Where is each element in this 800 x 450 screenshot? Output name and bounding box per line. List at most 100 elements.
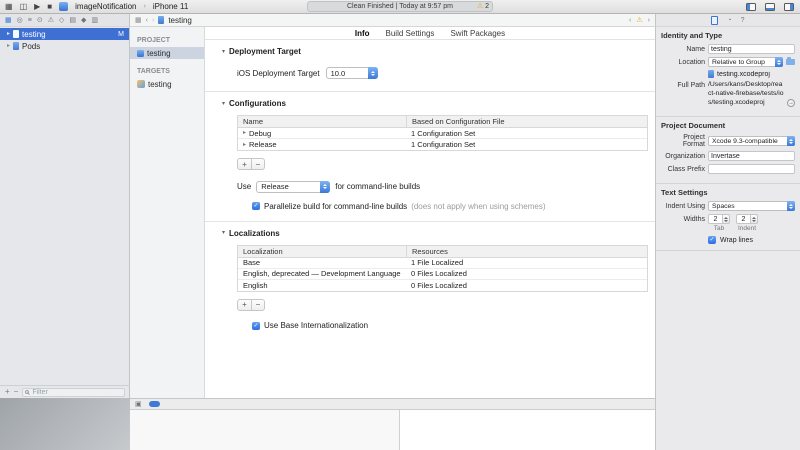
column-localization[interactable]: Localization xyxy=(238,246,406,257)
class-prefix-field[interactable] xyxy=(708,164,795,174)
target-item-testing[interactable]: testing xyxy=(130,78,204,90)
project-document-section: Project Document Project Format Xcode 9.… xyxy=(656,117,800,184)
toggle-debug-area-icon[interactable] xyxy=(765,3,775,11)
console-view[interactable] xyxy=(400,410,655,450)
project-format-label: Project Format xyxy=(661,134,705,148)
previous-issue-icon[interactable]: ‹ xyxy=(629,17,631,24)
add-button[interactable]: + xyxy=(5,388,10,396)
remove-configuration-button[interactable]: − xyxy=(251,159,264,169)
add-localization-button[interactable]: + xyxy=(238,300,251,310)
run-button[interactable]: ▶ xyxy=(34,3,40,11)
text-settings-section: Text Settings Indent Using Spaces Widths… xyxy=(656,184,800,251)
toolbar-right xyxy=(746,0,794,14)
disclosure-icon[interactable]: ▸ xyxy=(243,130,246,136)
issue-navigator-icon[interactable]: ⚠ xyxy=(48,17,54,24)
tab-overview-icon[interactable]: ◫ xyxy=(20,3,28,11)
table-row[interactable]: ▸ Release 1 Configuration Set xyxy=(238,139,647,150)
toggle-navigator-icon[interactable] xyxy=(746,3,756,11)
breakpoint-navigator-icon[interactable]: ◆ xyxy=(81,17,86,24)
reveal-in-finder-icon[interactable]: → xyxy=(787,99,795,107)
breadcrumb[interactable]: testing xyxy=(168,16,192,25)
quick-help-inspector-icon[interactable]: ? xyxy=(741,17,745,24)
deployment-target-row: iOS Deployment Target 10.0 xyxy=(237,67,648,79)
organization-field[interactable]: Invertase xyxy=(708,151,795,161)
command-line-config-dropdown[interactable]: Release xyxy=(256,181,330,193)
back-icon[interactable]: ‹ xyxy=(146,17,148,24)
navigator-tab-bar: ▦ ◎ ≡ ⊙ ⚠ ◇ ▤ ◆ ▥ xyxy=(0,14,130,27)
widths-row: Widths 2 2 xyxy=(661,214,795,224)
section-header[interactable]: ▾ Localizations xyxy=(222,229,648,238)
project-item-testing[interactable]: testing xyxy=(130,47,204,59)
remove-localization-button[interactable]: − xyxy=(251,300,264,310)
stop-button[interactable]: ■ xyxy=(47,3,52,11)
column-name[interactable]: Name xyxy=(238,116,406,127)
base-internationalization-checkbox[interactable]: ✓ xyxy=(252,322,260,330)
project-navigator-icon[interactable]: ▦ xyxy=(5,17,12,24)
disclosure-icon[interactable]: ▸ xyxy=(243,142,246,148)
related-items-icon[interactable]: ▦ xyxy=(135,17,142,24)
tab-build-settings[interactable]: Build Settings xyxy=(386,29,435,38)
table-row[interactable]: English 0 Files Localized xyxy=(238,280,647,291)
disclosure-open-icon[interactable]: ▾ xyxy=(222,49,225,55)
location-dropdown[interactable]: Relative to Group xyxy=(708,57,783,67)
toggle-inspector-icon[interactable] xyxy=(784,3,794,11)
library-icon[interactable]: ▦ xyxy=(5,3,13,11)
full-path-label: Full Path xyxy=(661,82,705,89)
indent-using-dropdown[interactable]: Spaces xyxy=(708,201,795,211)
table-row[interactable]: English, deprecated — Development Langua… xyxy=(238,269,647,280)
disclosure-icon[interactable]: ▸ xyxy=(7,31,10,37)
parallelize-note: (does not apply when using schemes) xyxy=(411,202,545,211)
debug-navigator-icon[interactable]: ▤ xyxy=(69,17,76,24)
filter-input[interactable]: Filter xyxy=(22,388,125,397)
choose-folder-icon[interactable] xyxy=(786,59,795,65)
deployment-target-dropdown[interactable]: 10.0 xyxy=(326,67,378,79)
dropdown-value: Release xyxy=(261,182,289,191)
table-row[interactable]: Base 1 File Localized xyxy=(238,258,647,269)
section-header[interactable]: ▾ Configurations xyxy=(222,99,648,108)
disclosure-icon[interactable]: ▸ xyxy=(7,43,10,49)
name-field[interactable]: testing xyxy=(708,44,795,54)
project-file-icon xyxy=(13,30,19,38)
chevron-right-icon: › xyxy=(144,3,146,10)
hide-debug-area-icon[interactable]: ▣ xyxy=(135,401,142,408)
file-inspector-icon[interactable] xyxy=(711,16,718,25)
wrap-lines-checkbox[interactable]: ✓ xyxy=(708,236,716,244)
disclosure-open-icon[interactable]: ▾ xyxy=(222,230,225,236)
symbol-navigator-icon[interactable]: ≡ xyxy=(28,17,32,24)
report-navigator-icon[interactable]: ▥ xyxy=(91,17,98,24)
project-icon xyxy=(137,50,144,57)
disclosure-open-icon[interactable]: ▾ xyxy=(222,101,225,107)
add-configuration-button[interactable]: + xyxy=(238,159,251,169)
source-control-navigator-icon[interactable]: ◎ xyxy=(17,17,23,24)
file-reference[interactable]: testing.xcodeproj xyxy=(708,70,795,78)
variables-view[interactable] xyxy=(130,410,400,450)
tab-width-stepper[interactable]: 2 xyxy=(708,214,730,224)
tab-swift-packages[interactable]: Swift Packages xyxy=(450,29,505,38)
history-inspector-icon[interactable]: ◔ xyxy=(727,17,731,24)
section-title: Identity and Type xyxy=(661,31,795,40)
remove-button[interactable]: − xyxy=(14,388,19,396)
inspector-tab-bar: ◔ ? xyxy=(655,14,800,27)
stepper-arrows-icon[interactable] xyxy=(723,214,730,224)
navigator-item-pods[interactable]: ▸ Pods xyxy=(0,40,129,52)
next-issue-icon[interactable]: › xyxy=(648,17,650,24)
tab-info[interactable]: Info xyxy=(355,29,370,38)
parallelize-checkbox[interactable]: ✓ xyxy=(252,202,260,210)
navigator-item-testing[interactable]: ▸ testing M xyxy=(0,28,129,40)
test-navigator-icon[interactable]: ◇ xyxy=(59,17,64,24)
column-resources[interactable]: Resources xyxy=(406,246,647,257)
device-selector[interactable]: iPhone 11 xyxy=(153,2,188,11)
forward-icon[interactable]: › xyxy=(152,17,154,24)
project-format-dropdown[interactable]: Xcode 9.3-compatible xyxy=(708,136,795,146)
issue-summary[interactable]: ⚠ 2 xyxy=(477,2,489,11)
indent-width-stepper[interactable]: 2 xyxy=(736,214,758,224)
table-row[interactable]: ▸ Debug 1 Configuration Set xyxy=(238,128,647,139)
breakpoints-toggle[interactable] xyxy=(149,401,160,407)
warning-icon[interactable]: ⚠ xyxy=(636,17,642,24)
stepper-arrows-icon[interactable] xyxy=(751,214,758,224)
scheme-selector[interactable]: imageNotification xyxy=(75,2,136,11)
find-navigator-icon[interactable]: ⊙ xyxy=(37,17,43,24)
section-header[interactable]: ▾ Deployment Target xyxy=(222,47,648,56)
activity-viewer[interactable]: Clean Finished | Today at 9:57 pm ⚠ 2 xyxy=(307,1,493,12)
column-based-on[interactable]: Based on Configuration File xyxy=(406,116,647,127)
